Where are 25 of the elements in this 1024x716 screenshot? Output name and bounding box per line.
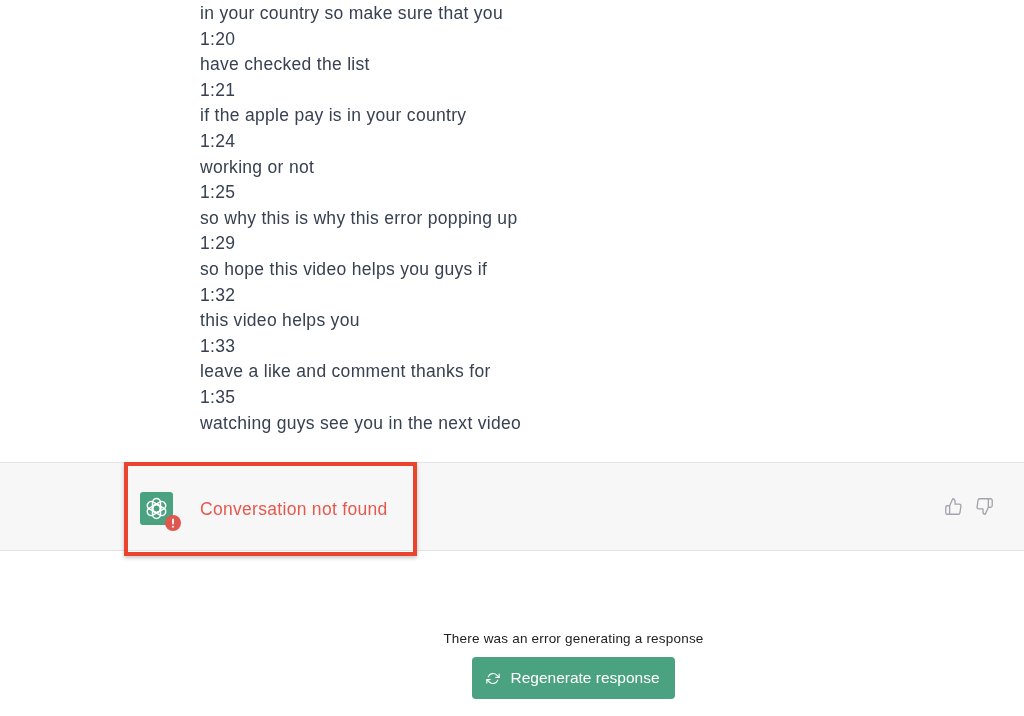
timestamp: 1:21: [200, 78, 236, 102]
transcript-line: in your country so make sure that you: [200, 2, 503, 25]
regenerate-button[interactable]: Regenerate response: [472, 657, 675, 700]
transcript-line: if the apple pay is in your country: [200, 104, 467, 128]
error-message: Conversation not found: [200, 497, 388, 521]
timestamp: 1:25: [200, 181, 236, 205]
thumbs-up-icon[interactable]: [945, 498, 962, 516]
error-notice: There was an error generating a response: [443, 630, 704, 649]
timestamp: 1:20: [200, 27, 236, 51]
timestamp: 1:35: [200, 385, 236, 409]
timestamp: 1:32: [200, 283, 236, 307]
transcript-line: working or not: [200, 155, 315, 179]
avatar-icon: [140, 492, 173, 526]
thumbs-down-icon[interactable]: [976, 498, 993, 516]
transcript-line: leave a like and comment thanks for: [200, 360, 491, 384]
transcript-line: this video helps you: [200, 309, 360, 333]
transcript-line: so hope this video helps you guys if: [200, 257, 488, 281]
transcript-line: so why this is why this error popping up: [200, 206, 518, 230]
timestamp: 1:33: [200, 334, 236, 358]
refresh-icon: [486, 671, 501, 685]
timestamp: 1:24: [200, 129, 236, 153]
timestamp: 1:29: [200, 232, 236, 256]
transcript-line: have checked the list: [200, 53, 370, 77]
error-badge-icon: [165, 515, 181, 532]
transcript-line: watching guys see you in the next video: [200, 411, 522, 435]
